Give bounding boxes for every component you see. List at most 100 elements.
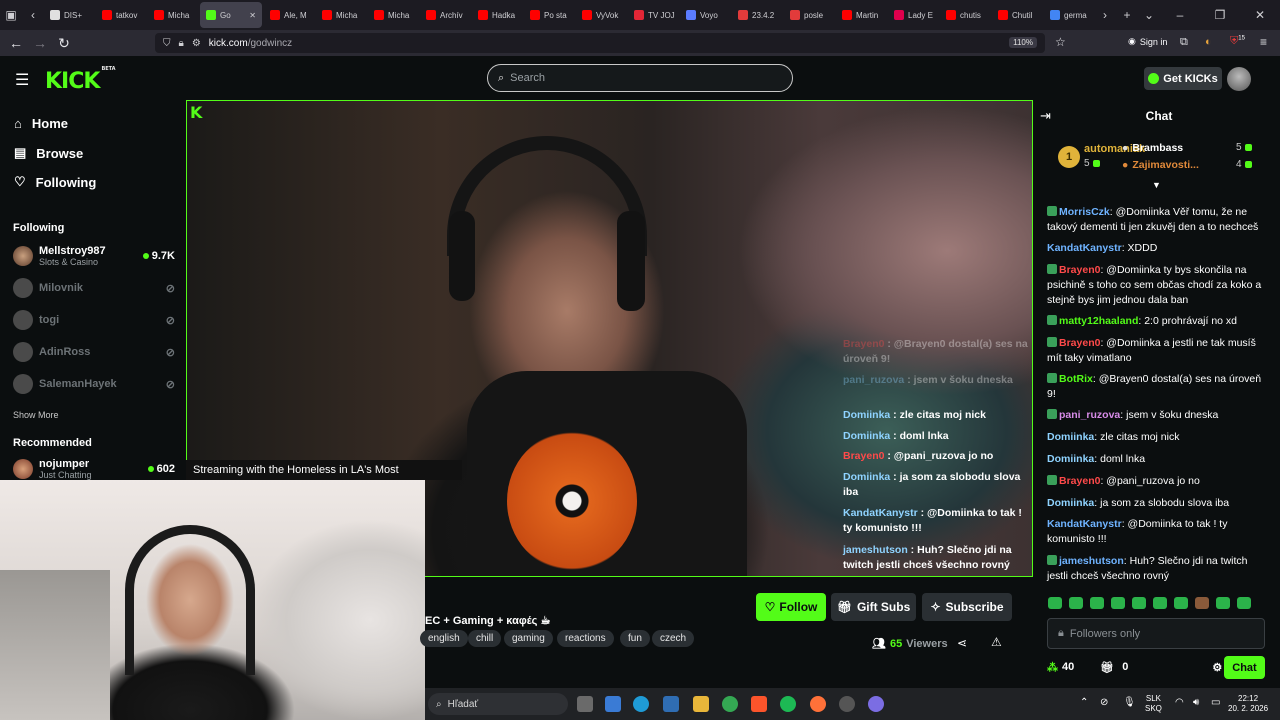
chat-username[interactable]: KandatKanystr xyxy=(1047,242,1122,254)
edge-icon[interactable] xyxy=(633,696,649,712)
chat-username[interactable]: Domiinka xyxy=(1047,453,1094,465)
show-more-link[interactable]: Show More xyxy=(13,410,59,420)
kick-logo[interactable]: KICKBETA xyxy=(45,66,116,94)
photos-icon[interactable] xyxy=(663,696,679,712)
chat-username[interactable]: KandatKanystr xyxy=(1047,518,1122,530)
firefox-icon[interactable] xyxy=(810,696,826,712)
recommended-stream-title[interactable]: Streaming with the Homeless in LA's Most xyxy=(186,460,462,480)
chrome-icon[interactable] xyxy=(722,696,738,712)
chat-message[interactable]: matty12haaland: 2:0 prohrávají no xd xyxy=(1047,314,1269,329)
browser-tab[interactable]: DIS+ xyxy=(44,2,94,28)
sign-in-button[interactable]: ◉ Sign in xyxy=(1128,36,1167,47)
chat-message[interactable]: KandatKanystr: XDDD xyxy=(1047,241,1269,256)
hamburger-menu-icon[interactable]: ☰ xyxy=(15,70,29,90)
reload-icon[interactable]: ↻ xyxy=(52,31,76,55)
tag-chip[interactable]: english xyxy=(420,630,468,647)
spotify-icon[interactable] xyxy=(780,696,796,712)
task-view-icon[interactable] xyxy=(577,696,593,712)
forward-icon[interactable]: → xyxy=(28,31,52,55)
lock-icon[interactable]: 🔒︎ xyxy=(179,38,184,49)
microphone-icon[interactable]: 🎙︎ xyxy=(1123,698,1136,708)
emote-icon[interactable] xyxy=(1111,597,1125,609)
expand-gifters-icon[interactable]: ▼ xyxy=(1152,180,1161,190)
sidebar-channel[interactable]: SalemanHayek ⊘ xyxy=(13,372,175,396)
wifi-icon[interactable]: ◠ xyxy=(1175,698,1184,708)
extensions-icon[interactable]: ⧉ xyxy=(1180,36,1188,49)
sidebar-channel[interactable]: AdinRoss ⊘ xyxy=(13,340,175,364)
tab-list-icon[interactable]: ▣ xyxy=(0,4,22,26)
back-icon[interactable]: ← xyxy=(4,31,28,55)
network-off-icon[interactable]: ⊘ xyxy=(1100,698,1108,708)
chat-username[interactable]: pani_ruzova xyxy=(1059,409,1120,421)
browser-tab[interactable]: tatkov xyxy=(96,2,146,28)
chat-username[interactable]: BotRix xyxy=(1059,373,1093,385)
close-tab-icon[interactable]: ✕ xyxy=(249,11,256,20)
app-icon[interactable] xyxy=(868,696,884,712)
emote-icon[interactable] xyxy=(1237,597,1251,609)
browser-tab[interactable]: Micha xyxy=(148,2,198,28)
chat-message[interactable]: BotRix: @Brayen0 dostal(a) ses na úroveň… xyxy=(1047,372,1269,402)
gift-icon[interactable]: 🎁︎ xyxy=(1100,661,1114,674)
browser-tab[interactable]: Hadka xyxy=(472,2,522,28)
tab-scroll-right-icon[interactable]: › xyxy=(1094,4,1116,26)
chat-message[interactable]: Brayen0: @Domiinka a jestli ne tak musíš… xyxy=(1047,336,1269,366)
extension-icon[interactable]: ◐ xyxy=(1205,36,1212,48)
user-avatar[interactable] xyxy=(1227,67,1251,91)
store-icon[interactable] xyxy=(605,696,621,712)
restore-icon[interactable]: ❐ xyxy=(1200,4,1240,26)
emote-icon[interactable] xyxy=(1153,597,1167,609)
chat-message[interactable]: Domiinka: doml lnka xyxy=(1047,452,1269,467)
chat-username[interactable]: Brayen0 xyxy=(1059,475,1100,487)
volume-icon[interactable]: 🔊︎ xyxy=(1193,698,1199,708)
chat-settings-icon[interactable]: ⚙ xyxy=(1212,661,1222,674)
kicks-icon[interactable]: ⁂ xyxy=(1047,661,1058,674)
emote-icon[interactable] xyxy=(1174,597,1188,609)
report-icon[interactable]: ⚠ xyxy=(991,635,1002,649)
sidebar-channel[interactable]: Milovnik ⊘ xyxy=(13,276,175,300)
chat-username[interactable]: Domiinka xyxy=(1047,431,1094,443)
browser-tab[interactable]: Martin xyxy=(836,2,886,28)
tag-chip[interactable]: chill xyxy=(468,630,502,647)
battery-icon[interactable]: ▭ xyxy=(1211,698,1220,708)
tag-chip[interactable]: reactions xyxy=(557,630,614,647)
chat-username[interactable]: jameshutson xyxy=(1059,555,1124,567)
browser-tab[interactable]: chutis xyxy=(940,2,990,28)
gifter-name[interactable]: Brambass xyxy=(1132,142,1183,154)
browser-tab[interactable]: Archív xyxy=(420,2,470,28)
follow-button[interactable]: ♡ Follow xyxy=(756,593,826,621)
menu-icon[interactable]: ≡ xyxy=(1260,35,1267,49)
get-kicks-button[interactable]: Get KICKs xyxy=(1144,67,1222,90)
sidebar-item-browse[interactable]: ▤ Browse xyxy=(14,145,83,161)
tag-chip[interactable]: czech xyxy=(652,630,695,647)
chat-message[interactable]: jameshutson: Huh? Slečno jdi na twitch j… xyxy=(1047,554,1269,584)
browser-tab[interactable]: Voyo xyxy=(680,2,730,28)
chat-message[interactable]: MorrisCzk: @Domiinka Věř tomu, že ne tak… xyxy=(1047,205,1269,235)
chat-message[interactable]: Brayen0: @pani_ruzova jo no xyxy=(1047,474,1269,489)
chat-username[interactable]: Brayen0 xyxy=(1059,337,1100,349)
app-icon[interactable] xyxy=(839,696,855,712)
input-language[interactable]: SLK SKQ xyxy=(1145,694,1162,714)
tab-overflow-icon[interactable]: ⌄ xyxy=(1138,4,1160,26)
tray-expand-icon[interactable]: ⌃ xyxy=(1080,698,1088,708)
zoom-level[interactable]: 110% xyxy=(1009,37,1037,48)
sidebar-item-home[interactable]: ⌂ Home xyxy=(14,116,68,131)
bookmark-star-icon[interactable]: ☆ xyxy=(1055,35,1066,49)
emote-icon[interactable] xyxy=(1048,597,1062,609)
browser-tab[interactable]: posle xyxy=(784,2,834,28)
gift-subs-button[interactable]: 🎁︎ Gift Subs xyxy=(831,593,916,621)
chat-input[interactable]: 🔒︎ Followers only xyxy=(1047,618,1265,649)
browser-tab[interactable]: 23.4.2 xyxy=(732,2,782,28)
search-input[interactable]: ⌕ Search xyxy=(487,64,793,92)
close-window-icon[interactable]: ✕ xyxy=(1240,4,1280,26)
browser-tab[interactable]: Po sta xyxy=(524,2,574,28)
chat-message[interactable]: Domiinka: zle citas moj nick xyxy=(1047,430,1269,445)
minimize-icon[interactable]: – xyxy=(1160,4,1200,26)
ublock-icon[interactable]: ⛨15 xyxy=(1230,35,1245,48)
browser-tab[interactable]: Micha xyxy=(368,2,418,28)
chat-username[interactable]: MorrisCzk xyxy=(1059,206,1110,218)
browser-tab[interactable]: Go ✕ xyxy=(200,2,262,28)
sidebar-channel[interactable]: nojumper Just Chatting 602 xyxy=(13,458,175,480)
shield-icon[interactable]: ⛉ xyxy=(163,38,171,49)
chat-message[interactable]: pani_ruzova: jsem v šoku dneska xyxy=(1047,408,1269,423)
subscribe-button[interactable]: ✧ Subscribe xyxy=(922,593,1012,621)
